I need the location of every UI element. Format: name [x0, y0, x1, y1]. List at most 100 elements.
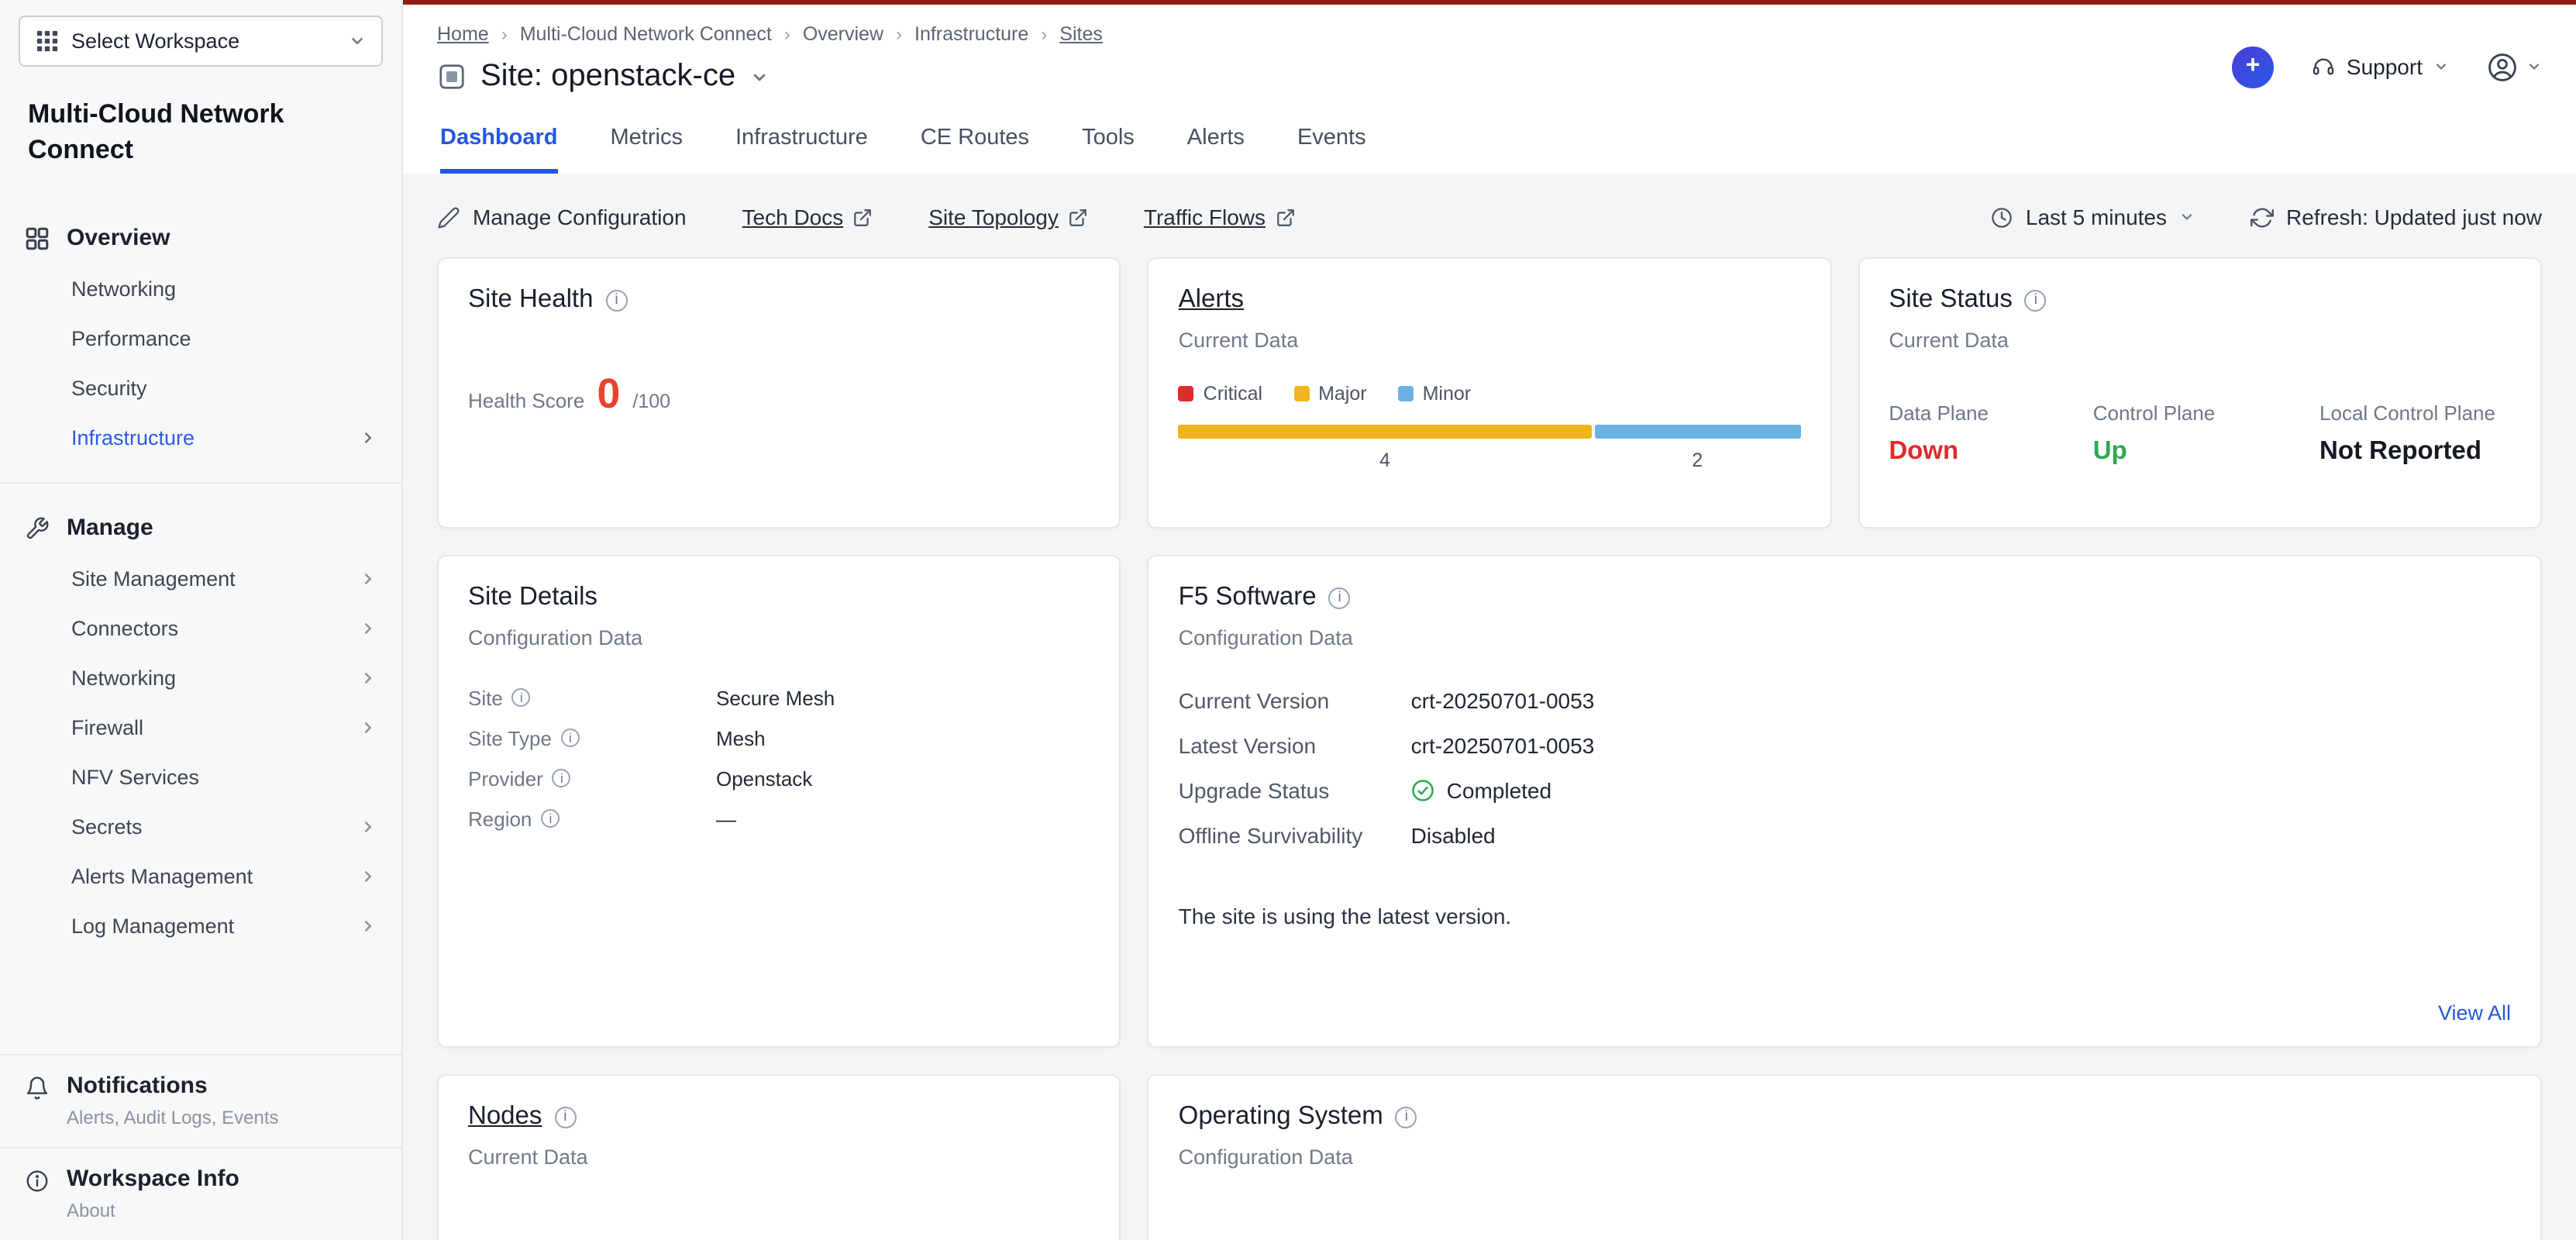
breadcrumb-home[interactable]: Home — [437, 23, 489, 45]
sidebar-notifications[interactable]: Notifications Alerts, Audit Logs, Events — [0, 1056, 401, 1147]
sidebar-item-networking[interactable]: Networking — [0, 265, 401, 315]
breadcrumb-sites[interactable]: Sites — [1059, 23, 1103, 45]
site-status-item: Control Plane Up — [2093, 401, 2216, 467]
alerts-bar-labels: 42 — [1179, 450, 1801, 471]
main-area: Home › Multi-Cloud Network Connect › Ove… — [403, 0, 2576, 1240]
breadcrumb-separator: › — [896, 23, 902, 45]
info-icon[interactable]: i — [561, 728, 580, 747]
card-title-link[interactable]: Nodes — [468, 1102, 542, 1132]
tab-metrics[interactable]: Metrics — [611, 126, 683, 174]
time-range-select[interactable]: Last 5 minutes — [1990, 205, 2195, 229]
software-label: Offline Survivability — [1179, 822, 1411, 847]
breadcrumb: Home › Multi-Cloud Network Connect › Ove… — [437, 23, 1103, 45]
sidebar-item-alerts-management[interactable]: Alerts Management — [0, 852, 401, 902]
alerts-card: Alerts Current Data Critical Major — [1148, 257, 1832, 529]
sidebar-item-security[interactable]: Security — [0, 364, 401, 414]
title-chevron-down-icon[interactable] — [749, 67, 768, 86]
card-title-link[interactable]: Alerts — [1179, 285, 1244, 315]
breadcrumb-overview[interactable]: Overview — [803, 23, 883, 45]
site-topology-label: Site Topology — [928, 205, 1059, 229]
account-menu[interactable] — [2486, 50, 2542, 83]
sidebar-item-label: Performance — [71, 328, 191, 351]
tab-events[interactable]: Events — [1297, 126, 1366, 174]
alerts-legend-item: Critical — [1179, 383, 1262, 405]
sidebar-item-label: Connectors — [71, 618, 178, 641]
traffic-flows-link[interactable]: Traffic Flows — [1144, 205, 1295, 229]
site-health-card: Site Health i Health Score 0 /100 — [437, 257, 1121, 529]
info-icon[interactable]: i — [605, 289, 627, 311]
info-icon[interactable]: i — [2025, 289, 2047, 311]
software-label: Upgrade Status — [1179, 777, 1411, 802]
detail-label: Site — [468, 686, 503, 709]
sidebar-item-infrastructure[interactable]: Infrastructure — [0, 414, 401, 463]
tab-alerts[interactable]: Alerts — [1187, 126, 1245, 174]
site-status-item: Data Plane Down — [1889, 401, 1989, 467]
software-label: Current Version — [1179, 687, 1411, 712]
sidebar-item-networking-manage[interactable]: Networking — [0, 654, 401, 704]
card-subtitle: Configuration Data — [1179, 626, 2511, 649]
chevron-down-icon — [2433, 59, 2449, 74]
manage-configuration-button[interactable]: Manage Configuration — [437, 205, 687, 229]
card-title: Site Status — [1889, 285, 2013, 315]
external-link-icon — [1275, 207, 1295, 227]
tab-tools[interactable]: Tools — [1082, 126, 1135, 174]
sidebar-item-label: Infrastructure — [71, 427, 195, 450]
tech-docs-link[interactable]: Tech Docs — [742, 205, 873, 229]
site-details-card: Site Details Configuration Data Sitei Se… — [437, 555, 1121, 1048]
alerts-legend-label: Minor — [1423, 383, 1472, 405]
tab-dashboard[interactable]: Dashboard — [440, 126, 558, 174]
alerts-bar-count-minor: 2 — [1594, 450, 1800, 471]
sidebar-item-performance[interactable]: Performance — [0, 315, 401, 364]
tab-ce-routes[interactable]: CE Routes — [921, 126, 1029, 174]
assistant-button[interactable]: + — [2232, 46, 2274, 88]
site-status-label: Local Control Plane — [2319, 401, 2495, 425]
info-icon[interactable]: i — [541, 809, 560, 828]
sidebar-divider — [0, 482, 401, 484]
sidebar-item-secrets[interactable]: Secrets — [0, 803, 401, 852]
chevron-down-icon — [2526, 59, 2542, 74]
info-icon[interactable]: i — [1329, 587, 1351, 608]
info-icon[interactable]: i — [554, 1106, 576, 1128]
tab-bar: Dashboard Metrics Infrastructure CE Rout… — [403, 95, 2576, 174]
health-score-value: 0 — [597, 370, 620, 418]
info-icon[interactable]: i — [553, 769, 571, 787]
external-link-icon — [852, 207, 873, 227]
info-icon[interactable]: i — [1396, 1106, 1417, 1128]
breadcrumb-mcn[interactable]: Multi-Cloud Network Connect — [520, 23, 772, 45]
sidebar-section-overview[interactable]: Overview — [0, 212, 401, 265]
cards-grid: Site Health i Health Score 0 /100 Alerts… — [437, 257, 2542, 1240]
software-value: crt-20250701-0053 — [1411, 687, 1595, 712]
site-topology-link[interactable]: Site Topology — [928, 205, 1088, 229]
alerts-bar-count-major: 4 — [1179, 450, 1591, 471]
view-all-link[interactable]: View All — [2438, 1001, 2511, 1025]
health-score-label: Health Score — [468, 389, 584, 412]
info-icon[interactable]: i — [512, 688, 531, 707]
card-title: Operating System — [1179, 1102, 1383, 1132]
sidebar-item-nfv-services[interactable]: NFV Services — [0, 753, 401, 803]
workspace-selector[interactable]: Select Workspace — [19, 16, 383, 67]
sidebar-section-manage[interactable]: Manage — [0, 502, 401, 555]
site-status-value: Down — [1889, 437, 1989, 467]
sidebar-item-log-management[interactable]: Log Management — [0, 902, 401, 952]
tab-infrastructure[interactable]: Infrastructure — [735, 126, 868, 174]
chevron-right-icon — [360, 621, 377, 638]
breadcrumb-infrastructure[interactable]: Infrastructure — [914, 23, 1028, 45]
sidebar-item-connectors[interactable]: Connectors — [0, 604, 401, 654]
chevron-right-icon — [360, 430, 377, 447]
nodes-card: Nodes i Current Data — [437, 1074, 1121, 1240]
health-score-suffix: /100 — [632, 391, 670, 412]
workspace-info-icon — [25, 1169, 50, 1194]
support-icon — [2311, 54, 2336, 79]
workspace-grid-icon — [36, 29, 59, 53]
sidebar-workspace-info[interactable]: Workspace Info About — [0, 1147, 401, 1240]
operating-system-card: Operating System i Configuration Data — [1148, 1074, 2542, 1240]
sidebar-item-firewall[interactable]: Firewall — [0, 704, 401, 753]
software-note: The site is using the latest version. — [1179, 904, 2511, 928]
detail-row: Sitei Secure Mesh — [468, 677, 1090, 718]
software-row: Current Version crt-20250701-0053 — [1179, 677, 2511, 722]
support-button[interactable]: Support — [2311, 54, 2449, 79]
sidebar-item-site-management[interactable]: Site Management — [0, 555, 401, 604]
alerts-legend-swatch — [1398, 386, 1414, 401]
chevron-right-icon — [360, 670, 377, 687]
refresh-button[interactable]: Refresh: Updated just now — [2251, 205, 2542, 229]
